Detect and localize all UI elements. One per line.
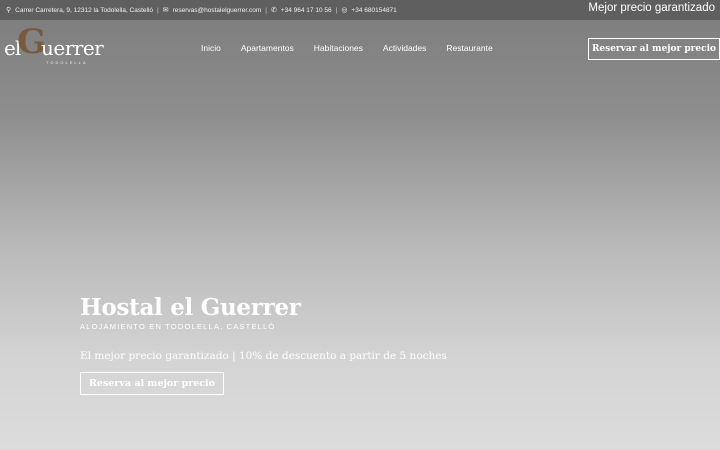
- separator: |: [157, 6, 159, 14]
- whatsapp-link[interactable]: +34 680154871: [351, 7, 396, 14]
- logo-subtitle: TODOLELLA: [46, 60, 88, 65]
- phone-link[interactable]: +34 964 17 10 56: [281, 7, 332, 14]
- phone-icon: ✆: [270, 6, 277, 14]
- email-link[interactable]: reservas@hostalelguerrer.com: [173, 7, 262, 14]
- main-nav: Inicio Apartamentos Habitaciones Activid…: [201, 43, 513, 53]
- site-logo[interactable]: el G uerrer TODOLELLA: [2, 22, 104, 74]
- email-item[interactable]: ✉ reservas@hostalelguerrer.com: [163, 7, 261, 14]
- hero-subtitle: ALOJAMIENTO EN TODOLELLA, CASTELLÓ: [80, 322, 276, 331]
- nav-item-habitaciones[interactable]: Habitaciones: [314, 43, 363, 53]
- hero-title: Hostal el Guerrer: [80, 294, 301, 321]
- address-text: Carrer Carretera, 9, 12312 la Todolella,…: [15, 6, 154, 14]
- whatsapp-icon: ◎: [341, 6, 348, 14]
- header-reserve-button[interactable]: Reservar al mejor precio: [588, 38, 720, 60]
- top-promo-text: Mejor precio garantizado: [588, 2, 715, 14]
- nav-item-actividades[interactable]: Actividades: [383, 43, 426, 53]
- nav-item-inicio[interactable]: Inicio: [201, 43, 221, 53]
- separator: |: [335, 6, 338, 14]
- separator: |: [265, 6, 267, 14]
- nav-item-apartamentos[interactable]: Apartamentos: [241, 43, 294, 53]
- address-item: ⚲ Carrer Carretera, 9, 12312 la Todolell…: [6, 7, 153, 14]
- location-pin-icon: ⚲: [6, 6, 12, 14]
- envelope-icon: ✉: [162, 6, 169, 14]
- logo-rest-text: uerrer: [41, 36, 104, 60]
- phone-item[interactable]: ✆ +34 964 17 10 56: [271, 7, 332, 14]
- hero-promo-text: El mejor precio garantizado | 10% de des…: [80, 350, 447, 362]
- hero-reserve-button[interactable]: Reserva al mejor precio: [80, 372, 224, 395]
- whatsapp-item[interactable]: ◎ +34 680154871: [341, 7, 396, 14]
- nav-item-restaurante[interactable]: Restaurante: [446, 43, 492, 53]
- top-info-bar: ⚲ Carrer Carretera, 9, 12312 la Todolell…: [0, 0, 720, 20]
